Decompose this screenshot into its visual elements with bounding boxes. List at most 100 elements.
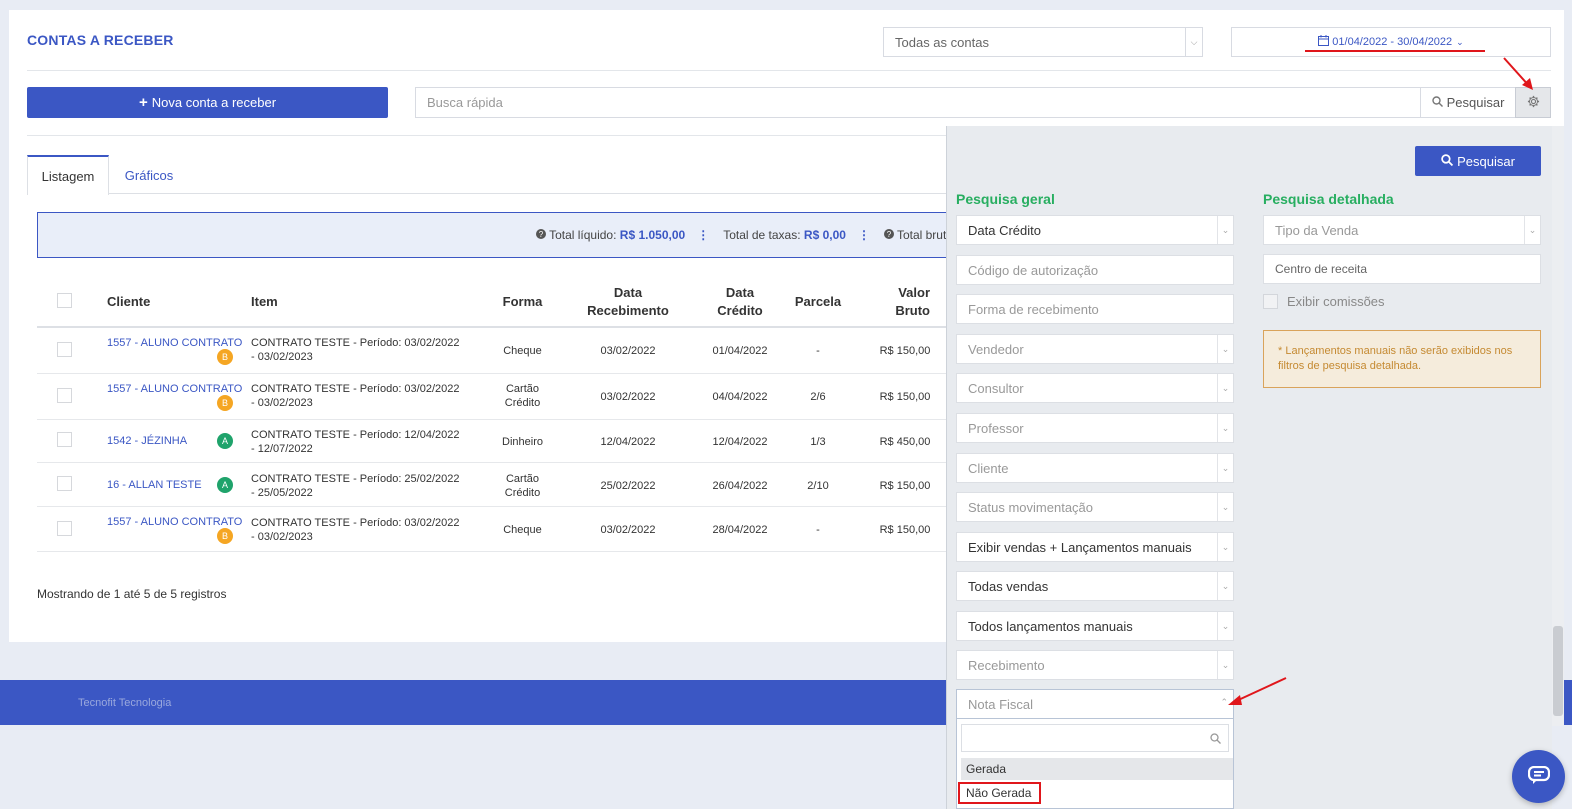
tab-label: Listagem <box>41 168 95 184</box>
status-badge: A <box>217 477 233 493</box>
detailed-search-note: * Lançamentos manuais não serão exibidos… <box>1263 330 1541 388</box>
annotation-arrow <box>1228 677 1287 705</box>
header-line: Bruto <box>895 303 930 318</box>
field-value: Exibir vendas + Lançamentos manuais <box>968 539 1192 555</box>
row-divider <box>37 373 947 374</box>
select-all-checkbox[interactable] <box>57 293 72 308</box>
form-text: Dinheiro <box>502 436 543 448</box>
help-icon: ? <box>536 228 547 242</box>
svg-text:?: ? <box>887 230 892 239</box>
client-select[interactable]: Cliente ⌄ <box>956 453 1234 483</box>
annotation-underline <box>1305 50 1485 52</box>
client-link[interactable]: 1557 - ALUNO CONTRATO <box>107 336 242 350</box>
row-checkbox[interactable] <box>57 521 72 536</box>
credit-date: 04/04/2022 <box>712 391 768 403</box>
chevron-down-icon: ⌄ <box>1217 454 1233 482</box>
quick-search-placeholder: Busca rápida <box>427 95 503 110</box>
status-badge: B <box>217 349 233 365</box>
credit-date: 12/04/2022 <box>712 436 768 448</box>
teacher-select[interactable]: Professor ⌄ <box>956 413 1234 443</box>
total-liquid-label: Total líquido: <box>549 228 617 242</box>
receipt-form-input[interactable]: Forma de recebimento <box>956 294 1234 324</box>
col-header-credit-date[interactable]: Data Crédito <box>700 284 780 320</box>
receipt-select[interactable]: Recebimento ⌄ <box>956 650 1234 680</box>
installment: 2/6 <box>810 391 826 403</box>
show-sales-select[interactable]: Exibir vendas + Lançamentos manuais ⌄ <box>956 532 1234 562</box>
invoice-dropdown-search[interactable] <box>961 724 1229 752</box>
invoice-option-gerada[interactable]: Gerada <box>961 758 1233 780</box>
field-placeholder: Código de autorização <box>968 262 1099 278</box>
date-credit-select[interactable]: Data Crédito ⌄ <box>956 215 1234 245</box>
checkbox-box[interactable] <box>1263 294 1278 309</box>
consultant-select[interactable]: Consultor ⌄ <box>956 373 1234 403</box>
installment: 2/10 <box>807 480 829 492</box>
row-checkbox[interactable] <box>57 342 72 357</box>
field-placeholder: Consultor <box>968 380 1024 396</box>
more-icon[interactable]: ⋮ <box>697 228 709 242</box>
col-header-gross[interactable]: Valor Bruto <box>880 284 940 320</box>
accounts-select[interactable]: Todas as contas ⌵ <box>883 27 1203 57</box>
field-placeholder: Forma de recebimento <box>968 301 1099 317</box>
checkbox-label: Exibir comissões <box>1287 294 1385 309</box>
row-checkbox[interactable] <box>57 388 72 403</box>
field-value: Todas vendas <box>968 578 1049 594</box>
panel-search-button[interactable]: Pesquisar <box>1415 146 1541 176</box>
col-header-installment[interactable]: Parcela <box>788 293 848 311</box>
panel-search-label: Pesquisar <box>1457 153 1515 169</box>
receipt-date: 03/02/2022 <box>600 391 656 403</box>
new-receivable-button[interactable]: + Nova conta a receber <box>27 87 388 118</box>
client-link[interactable]: 1557 - ALUNO CONTRATO <box>107 515 242 529</box>
chevron-down-icon: ⌄ <box>1217 572 1233 600</box>
chevron-down-icon: ⌄ <box>1217 612 1233 640</box>
row-divider <box>37 551 947 552</box>
total-fees-value: R$ 0,00 <box>803 228 846 242</box>
detailed-search-title: Pesquisa detalhada <box>1263 191 1394 207</box>
row-divider <box>37 506 947 507</box>
header-line: Crédito <box>717 303 763 318</box>
gross-value: R$ 150,00 <box>879 345 931 357</box>
show-commissions-checkbox[interactable]: Exibir comissões <box>1263 294 1385 309</box>
search-button-label: Pesquisar <box>1446 95 1505 110</box>
row-checkbox[interactable] <box>57 432 72 447</box>
invoice-select[interactable]: Nota Fiscal ⌃ <box>956 689 1234 719</box>
client-link[interactable]: 1557 - ALUNO CONTRATO <box>107 382 242 396</box>
date-range-value: 01/04/2022 - 30/04/2022 <box>1332 36 1453 48</box>
client-link[interactable]: 1542 - JÉZINHA <box>107 434 187 448</box>
item-text: CONTRATO TESTE - Período: 03/02/2022 - 0… <box>251 337 460 363</box>
help-icon: ? <box>883 228 894 242</box>
row-divider <box>37 462 947 463</box>
row-checkbox[interactable] <box>57 476 72 491</box>
auth-code-input[interactable]: Código de autorização <box>956 255 1234 285</box>
col-header-client[interactable]: Cliente <box>107 293 150 311</box>
more-icon[interactable]: ⋮ <box>858 228 870 242</box>
status-badge: B <box>217 395 233 411</box>
tab-listagem[interactable]: Listagem <box>27 155 109 195</box>
col-header-form[interactable]: Forma <box>495 293 550 311</box>
tab-label: Gráficos <box>124 167 174 183</box>
sale-type-select[interactable]: Tipo da Venda ⌄ <box>1263 215 1541 245</box>
date-range-picker[interactable]: 01/04/2022 - 30/04/2022 ⌄ <box>1231 27 1551 57</box>
client-link[interactable]: 16 - ALLAN TESTE <box>107 478 202 492</box>
installment: - <box>816 524 820 536</box>
chat-button[interactable] <box>1512 750 1565 803</box>
tab-graficos[interactable]: Gráficos <box>109 155 189 195</box>
new-receivable-label: Nova conta a receber <box>151 95 277 110</box>
svg-text:?: ? <box>539 230 544 239</box>
plus-icon: + <box>138 94 148 111</box>
chevron-down-icon: ⌄ <box>1456 36 1464 47</box>
seller-select[interactable]: Vendedor ⌄ <box>956 334 1234 364</box>
installment: 1/3 <box>810 436 826 448</box>
revenue-center-input[interactable]: Centro de receita <box>1263 254 1541 284</box>
credit-date: 26/04/2022 <box>712 480 768 492</box>
header-line: Valor <box>898 285 930 300</box>
all-manual-select[interactable]: Todos lançamentos manuais ⌄ <box>956 611 1234 641</box>
chevron-down-icon: ⌄ <box>1217 414 1233 442</box>
quick-search-input[interactable]: Busca rápida <box>415 87 1421 118</box>
col-header-item[interactable]: Item <box>251 293 278 311</box>
all-sales-select[interactable]: Todas vendas ⌄ <box>956 571 1234 601</box>
panel-scrollbar-thumb[interactable] <box>1553 626 1563 716</box>
search-icon <box>1441 153 1454 169</box>
receipt-date: 25/02/2022 <box>600 480 656 492</box>
movement-status-select[interactable]: Status movimentação ⌄ <box>956 492 1234 522</box>
col-header-receipt-date[interactable]: Data Recebimento <box>578 284 678 320</box>
